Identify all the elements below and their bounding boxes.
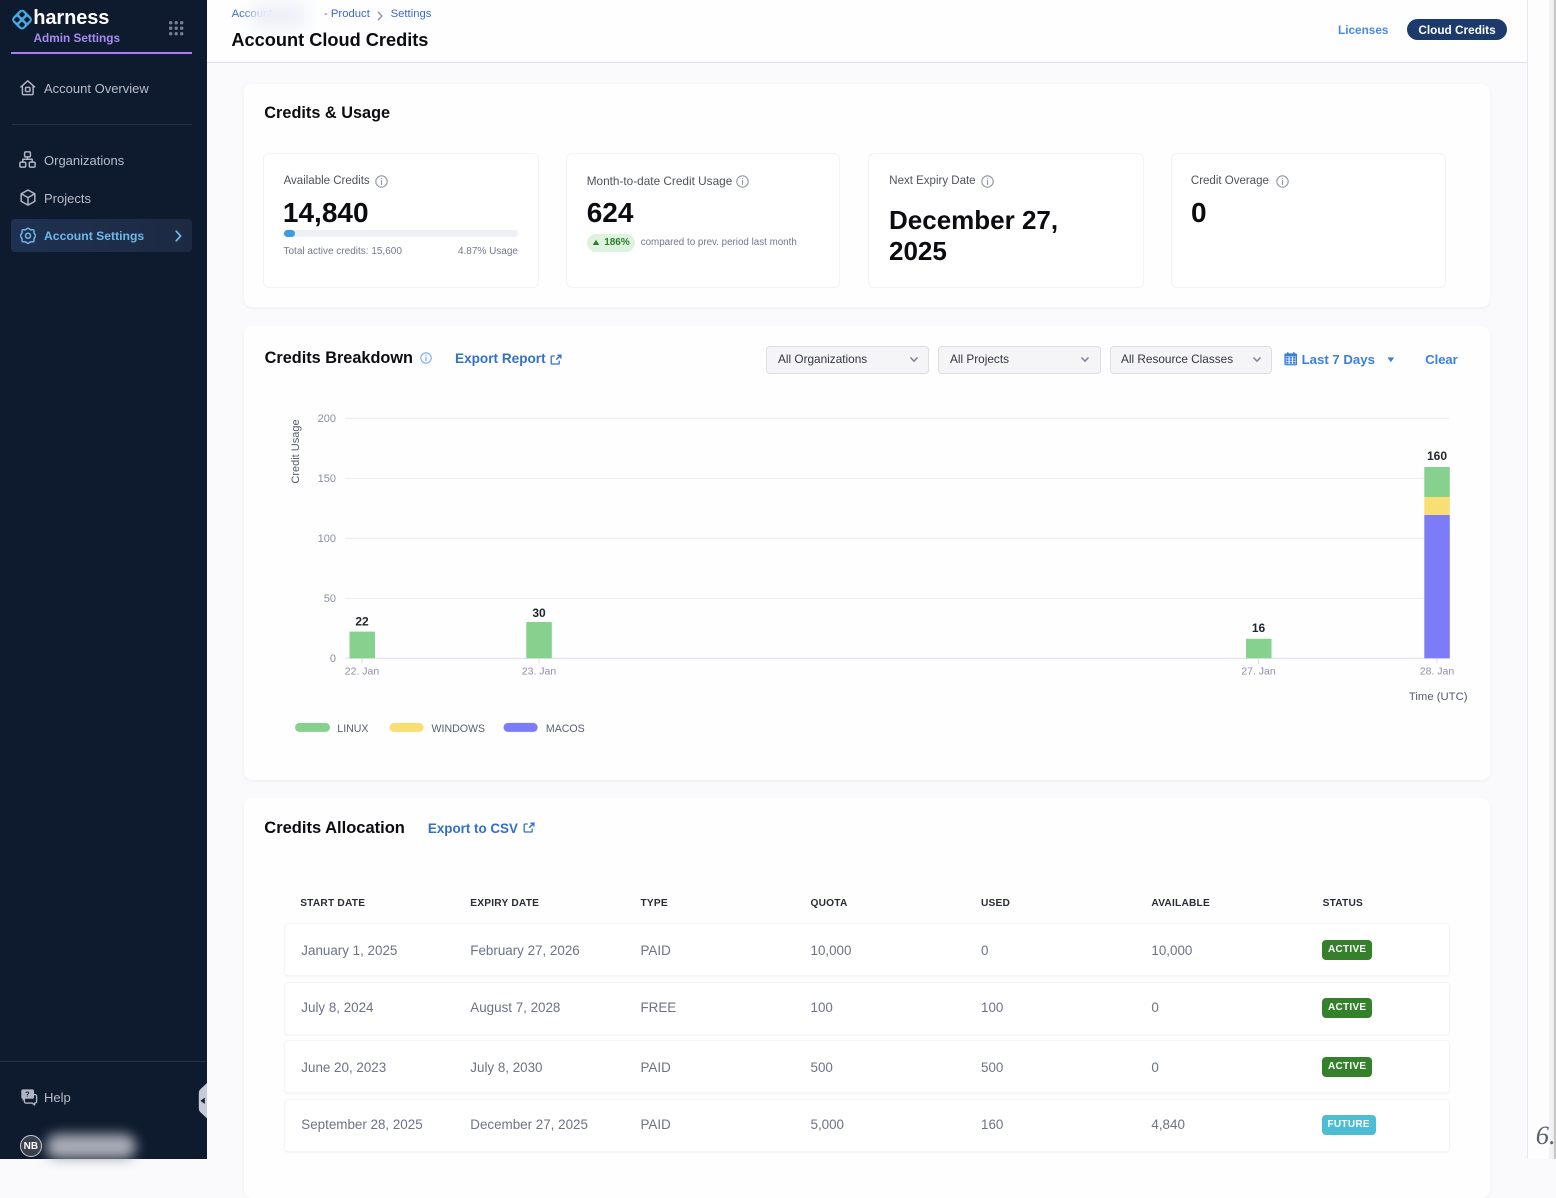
svg-text:30: 30: [532, 606, 546, 620]
svg-text:23. Jan: 23. Jan: [522, 666, 557, 678]
svg-text:27. Jan: 27. Jan: [1241, 666, 1276, 678]
svg-text:LINUX: LINUX: [337, 723, 368, 735]
svg-text:WINDOWS: WINDOWS: [432, 723, 486, 735]
svg-text:Credit Usage: Credit Usage: [290, 419, 302, 483]
svg-text:MACOS: MACOS: [546, 723, 585, 735]
svg-text:200: 200: [318, 413, 336, 425]
svg-text:160: 160: [1427, 449, 1447, 463]
svg-text:100: 100: [318, 533, 336, 545]
svg-text:Time (UTC): Time (UTC): [1409, 691, 1468, 703]
svg-text:16: 16: [1252, 621, 1266, 635]
svg-text:0: 0: [330, 653, 336, 665]
svg-text:22: 22: [355, 614, 369, 628]
svg-text:22. Jan: 22. Jan: [345, 666, 380, 678]
svg-text:28. Jan: 28. Jan: [1420, 666, 1455, 678]
svg-text:150: 150: [318, 473, 336, 485]
svg-text:50: 50: [324, 593, 336, 605]
